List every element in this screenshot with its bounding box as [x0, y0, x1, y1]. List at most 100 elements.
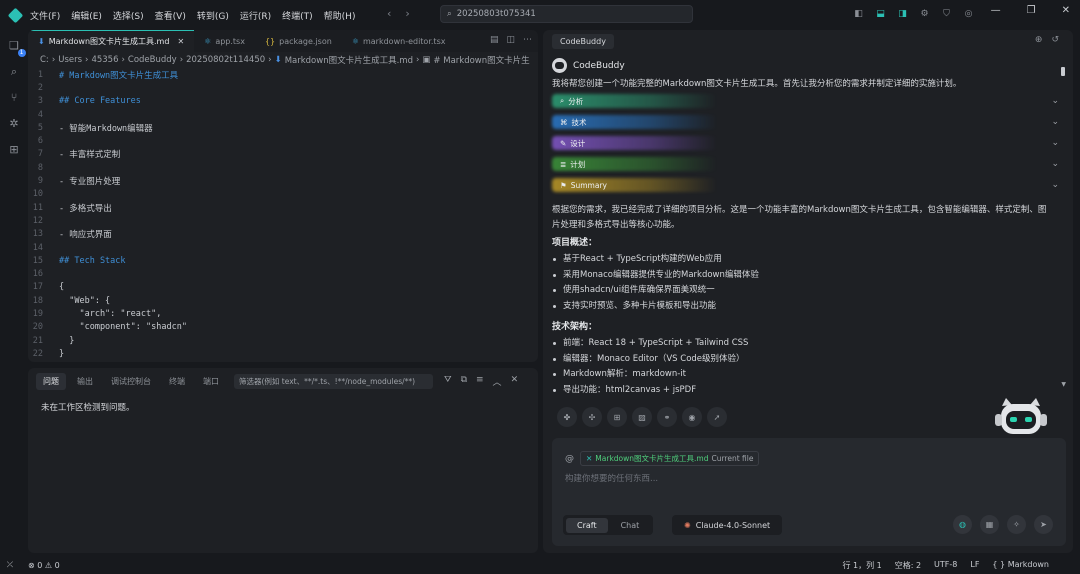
breadcrumb-item[interactable]: C: [40, 55, 49, 65]
view-as-list-icon[interactable]: ≡ [476, 375, 484, 388]
code-line[interactable]: 1 # Markdown图文卡片生成工具 [28, 68, 538, 81]
chevron-down-icon[interactable]: ⌄ [1051, 159, 1059, 169]
maximize-panel-icon[interactable]: ︿ [493, 375, 502, 388]
code-line[interactable]: 5 - 智能Markdown编辑器 [28, 121, 538, 134]
extensions-icon[interactable]: ⊞ [7, 142, 22, 157]
tab-ports[interactable]: 端口 [196, 373, 226, 390]
menu-terminal[interactable]: 终端(T) [282, 9, 313, 22]
code-line[interactable]: 10 [28, 188, 538, 201]
menu-file[interactable]: 文件(F) [30, 9, 60, 22]
code-line[interactable]: 12 [28, 214, 538, 227]
tab-problems[interactable]: 问题 [36, 373, 66, 390]
account-icon[interactable]: ⛉ [940, 7, 953, 20]
code-line[interactable]: 11 - 多格式导出 [28, 201, 538, 214]
remote-icon[interactable]: ⤫ [0, 556, 20, 574]
enhance-prompt-icon[interactable]: ✧ [1007, 515, 1026, 534]
prompt-input[interactable]: 构建你想要的任何东西... [565, 472, 658, 484]
filter-icon[interactable]: ⛛ [444, 375, 452, 388]
explorer-icon[interactable]: ❏ 1 [7, 38, 26, 57]
chevron-down-icon[interactable]: ⌄ [1051, 180, 1059, 190]
mode-chat[interactable]: Chat [610, 518, 651, 533]
figma-icon[interactable]: ✤ [557, 407, 577, 427]
source-control-icon[interactable]: ⑂ [7, 90, 22, 105]
menu-selection[interactable]: 选择(S) [113, 9, 144, 22]
link-icon[interactable]: ⚭ [657, 407, 677, 427]
status-eol[interactable]: LF [970, 560, 979, 571]
chevron-down-icon[interactable]: ⌄ [1051, 96, 1059, 106]
toggle-primary-sidebar-icon[interactable]: ◧ [852, 7, 865, 20]
back-arrow-icon[interactable]: ‹ [387, 7, 391, 20]
code-line[interactable]: 6 [28, 134, 538, 147]
close-tab-icon[interactable]: ✕ [177, 37, 184, 46]
scrollbar-thumb[interactable] [1061, 67, 1065, 76]
breadcrumb-item[interactable]: Users [58, 55, 82, 65]
new-chat-icon[interactable]: ⊕ [1035, 35, 1043, 45]
restore-icon[interactable]: ❐ [1027, 5, 1036, 16]
deploy-rocket-icon[interactable]: ➚ [707, 407, 727, 427]
status-problems[interactable]: ⊗ 0 ⚠ 0 [28, 561, 60, 570]
chevron-down-icon[interactable]: ⌄ [1051, 138, 1059, 148]
breadcrumb-item[interactable]: 20250802t114450 [186, 55, 265, 65]
add-context-icon[interactable]: @ [565, 454, 574, 464]
close-panel-icon[interactable]: ✕ [511, 375, 519, 388]
tab-app-tsx[interactable]: ⚛ app.tsx [194, 30, 255, 52]
section-item[interactable]: ✎ 设计 ⌄ [552, 134, 1059, 152]
command-search-input[interactable]: ⌕ 20250803t075341 [440, 5, 693, 23]
close-window-icon[interactable]: ✕ [1062, 5, 1070, 16]
remove-context-icon[interactable]: ✕ [586, 454, 592, 463]
plugin-icon[interactable]: ✣ [582, 407, 602, 427]
code-line[interactable]: 3 ## Core Features [28, 95, 538, 108]
code-line[interactable]: 17 { [28, 281, 538, 294]
history-icon[interactable]: ↺ [1051, 35, 1059, 45]
tab-codebuddy[interactable]: CodeBuddy [552, 33, 614, 49]
code-line[interactable]: 15 ## Tech Stack [28, 254, 538, 267]
code-line[interactable]: 16 [28, 267, 538, 280]
mode-craft[interactable]: Craft [566, 517, 608, 533]
section-summary[interactable]: ⚑ Summary ⌄ [552, 176, 1059, 194]
toggle-panel-icon[interactable]: ⬓ [874, 7, 887, 20]
code-line[interactable]: 22} [28, 347, 538, 360]
image-icon[interactable]: ▨ [632, 407, 652, 427]
code-area[interactable]: 1 # Markdown图文卡片生成工具 2 3 ## Core Features 4 5 -… [28, 67, 538, 361]
chevron-down-icon[interactable]: ⌄ [1051, 117, 1059, 127]
send-icon[interactable]: ➤ [1034, 515, 1053, 534]
status-cursor-position[interactable]: 行 1，列 1 [842, 560, 881, 571]
status-language[interactable]: { } Markdown [992, 560, 1049, 571]
breadcrumb-item[interactable]: 45356 [91, 55, 118, 65]
code-line[interactable]: 4 [28, 108, 538, 121]
tab-package-json[interactable]: {} package.json [255, 30, 342, 52]
tab-markdown-editor-tsx[interactable]: ⚛ markdown-editor.tsx [342, 30, 456, 52]
preview-icon[interactable]: ◉ [682, 407, 702, 427]
tab-markdown-file[interactable]: ⬇ Markdown图文卡片生成工具.md ✕ [28, 30, 195, 52]
menu-run[interactable]: 运行(R) [240, 9, 271, 22]
code-line[interactable]: 20 "component": "shadcn" [28, 321, 538, 334]
status-encoding[interactable]: UTF-8 [934, 560, 957, 571]
code-line[interactable]: 14 [28, 241, 538, 254]
minimize-icon[interactable]: — [991, 5, 1001, 16]
open-preview-icon[interactable]: ▤ [490, 35, 499, 45]
breadcrumb-item[interactable]: # Markdown图文卡片生 [433, 54, 529, 66]
status-indentation[interactable]: 空格: 2 [895, 560, 921, 571]
context-file-chip[interactable]: ✕ Markdown图文卡片生成工具.md Current file [580, 451, 760, 466]
forward-arrow-icon[interactable]: › [405, 7, 409, 20]
section-item[interactable]: ⌕ 分析 ⌄ [552, 92, 1059, 110]
debug-icon[interactable]: ✲ [7, 116, 22, 131]
menu-view[interactable]: 查看(V) [155, 9, 186, 22]
more-actions-icon[interactable]: ⋯ [523, 35, 532, 45]
code-line[interactable]: 21 } [28, 334, 538, 347]
image-upload-icon[interactable]: ▦ [980, 515, 999, 534]
tab-output[interactable]: 输出 [70, 373, 100, 390]
menu-edit[interactable]: 编辑(E) [71, 9, 102, 22]
code-line[interactable]: 19 "arch": "react", [28, 307, 538, 320]
menu-help[interactable]: 帮助(H) [324, 9, 356, 22]
code-line[interactable]: 9 - 专业图片处理 [28, 174, 538, 187]
collapse-all-icon[interactable]: ⧉ [461, 375, 467, 388]
code-line[interactable]: 13 - 响应式界面 [28, 228, 538, 241]
section-item[interactable]: ⌘ 技术 ⌄ [552, 113, 1059, 131]
code-line[interactable]: 2 [28, 81, 538, 94]
tab-debug-console[interactable]: 调试控制台 [104, 373, 158, 390]
section-item[interactable]: ≣ 计划 ⌄ [552, 155, 1059, 173]
apps-icon[interactable]: ⊞ [607, 407, 627, 427]
code-line[interactable]: 18 "Web": { [28, 294, 538, 307]
palette-icon[interactable]: ◍ [953, 515, 972, 534]
